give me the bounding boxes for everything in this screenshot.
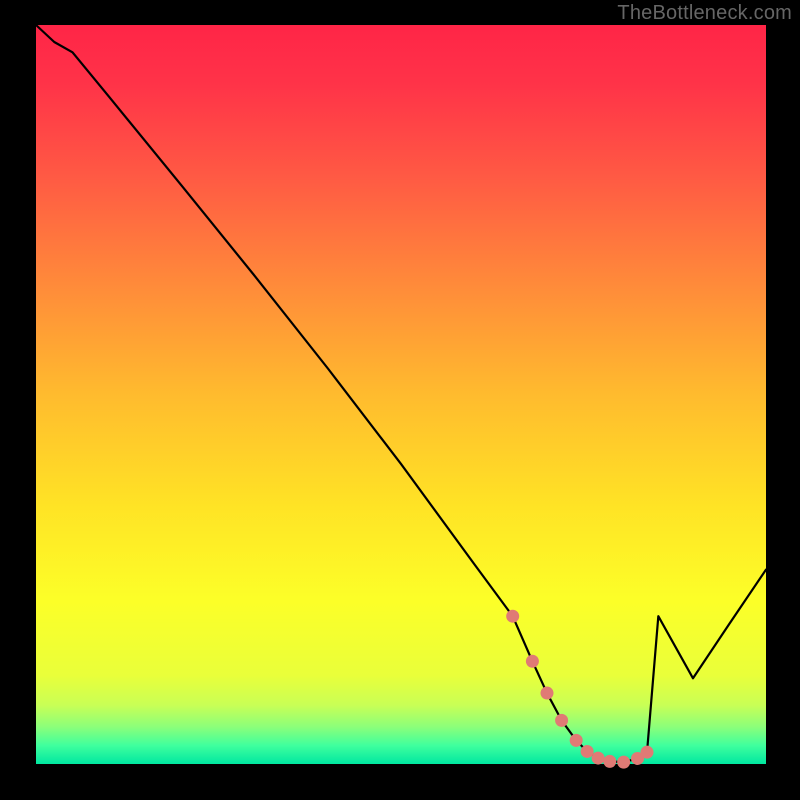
curve-marker [526, 655, 539, 668]
chart-stage: TheBottleneck.com [0, 0, 800, 800]
curve-marker [617, 756, 630, 769]
curve-marker [555, 714, 568, 727]
curve-marker [541, 687, 554, 700]
curve-marker [603, 755, 616, 768]
curve-marker [506, 610, 519, 623]
curve-marker [570, 734, 583, 747]
watermark-text: TheBottleneck.com [617, 2, 792, 25]
curve-marker [592, 752, 605, 765]
curve-marker [641, 746, 654, 759]
curve-marker [581, 745, 594, 758]
bottleneck-chart [0, 0, 800, 800]
plot-background [36, 25, 766, 764]
